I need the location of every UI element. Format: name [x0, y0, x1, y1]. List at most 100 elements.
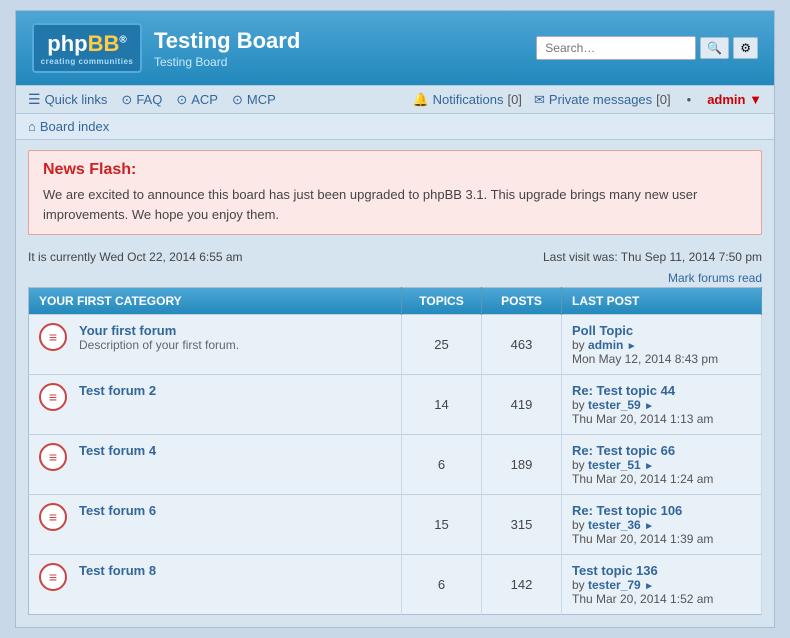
- forum-cell-forum8: ≡ Test forum 8: [29, 555, 402, 615]
- forum-name-link-forum6[interactable]: Test forum 6: [79, 503, 156, 518]
- lastpost-title-link-forum1[interactable]: Poll Topic: [572, 323, 633, 338]
- search-input[interactable]: [536, 36, 696, 60]
- view-post-icon-forum1[interactable]: ►: [627, 341, 637, 352]
- forum-icon-forum1: ≡: [39, 323, 67, 351]
- separator-dot: •: [687, 92, 692, 107]
- admin-username: admin: [707, 92, 745, 107]
- forum-topics-forum4: 6: [402, 435, 482, 495]
- logo-sub: creating communities: [41, 57, 134, 66]
- lastpost-by-forum4: by tester_51 ►: [572, 458, 751, 472]
- posts-header: POSTS: [482, 288, 562, 315]
- logo: phpBB® creating communities: [32, 23, 142, 73]
- home-icon: ⌂: [28, 119, 36, 134]
- logo-text: phpBB®: [47, 31, 126, 57]
- forum-name-link-forum2[interactable]: Test forum 2: [79, 383, 156, 398]
- notif-count: [0]: [507, 92, 521, 107]
- last-visit: Last visit was: Thu Sep 11, 2014 7:50 pm: [543, 250, 762, 264]
- mcp-label: MCP: [247, 92, 276, 107]
- board-title-area: Testing Board Testing Board: [154, 28, 300, 69]
- forum-info-forum6: Test forum 6: [79, 503, 391, 518]
- faq-icon: ⊙: [121, 92, 132, 108]
- forum-topics-forum6: 15: [402, 495, 482, 555]
- logo-area: phpBB® creating communities Testing Boar…: [32, 23, 300, 73]
- lastpost-user-link-forum8[interactable]: tester_79: [588, 578, 641, 592]
- lastpost-user-link-forum4[interactable]: tester_51: [588, 458, 641, 472]
- forum-table: YOUR FIRST CATEGORY TOPICS POSTS LAST PO…: [28, 287, 762, 615]
- forum-cell-forum6: ≡ Test forum 6: [29, 495, 402, 555]
- search-area: 🔍 ⚙: [536, 36, 758, 60]
- lastpost-user-link-forum6[interactable]: tester_36: [588, 518, 641, 532]
- forum-icon-forum4: ≡: [39, 443, 67, 471]
- forum-name-link-forum1[interactable]: Your first forum: [79, 323, 176, 338]
- private-messages-link[interactable]: ✉ Private messages [0]: [534, 92, 671, 108]
- lastpost-header: LAST POST: [562, 288, 762, 315]
- notifications-link[interactable]: 🔔 Notifications [0]: [412, 92, 521, 108]
- forum-desc-forum1: Description of your first forum.: [79, 338, 391, 352]
- admin-dropdown-arrow: ▼: [749, 92, 762, 107]
- view-post-icon-forum4[interactable]: ►: [644, 461, 654, 472]
- forum-info-forum2: Test forum 2: [79, 383, 391, 398]
- forum-name-link-forum4[interactable]: Test forum 4: [79, 443, 156, 458]
- table-row: ≡ Test forum 6 15 315 Re: Test topic 106…: [29, 495, 762, 555]
- mcp-icon: ⊙: [232, 92, 243, 108]
- forum-posts-forum8: 142: [482, 555, 562, 615]
- mark-read-container: Mark forums read: [16, 269, 774, 287]
- faq-link[interactable]: ⊙ FAQ: [121, 92, 162, 108]
- board-index-label: Board index: [40, 119, 109, 134]
- view-post-icon-forum8[interactable]: ►: [644, 581, 654, 592]
- lastpost-date-forum4: Thu Mar 20, 2014 1:24 am: [572, 472, 751, 486]
- view-post-icon-forum6[interactable]: ►: [644, 521, 654, 532]
- lastpost-user-link-forum1[interactable]: admin: [588, 338, 623, 352]
- faq-label: FAQ: [136, 92, 162, 107]
- status-bar: It is currently Wed Oct 22, 2014 6:55 am…: [16, 245, 774, 269]
- lastpost-title-link-forum4[interactable]: Re: Test topic 66: [572, 443, 675, 458]
- news-flash-title: News Flash:: [43, 161, 747, 179]
- board-wrapper: phpBB® creating communities Testing Boar…: [15, 10, 775, 628]
- lastpost-by-forum1: by admin ►: [572, 338, 751, 352]
- table-row: ≡ Your first forum Description of your f…: [29, 315, 762, 375]
- view-post-icon-forum2[interactable]: ►: [644, 401, 654, 412]
- search-button[interactable]: 🔍: [700, 37, 729, 59]
- lastpost-date-forum6: Thu Mar 20, 2014 1:39 am: [572, 532, 751, 546]
- advanced-search-button[interactable]: ⚙: [733, 37, 758, 59]
- envelope-icon: ✉: [534, 92, 545, 108]
- acp-link[interactable]: ⊙ ACP: [176, 92, 218, 108]
- header: phpBB® creating communities Testing Boar…: [16, 11, 774, 85]
- category-name: YOUR FIRST CATEGORY: [29, 288, 402, 315]
- forum-cell-forum1: ≡ Your first forum Description of your f…: [29, 315, 402, 375]
- forum-lastpost-forum1: Poll Topic by admin ► Mon May 12, 2014 8…: [562, 315, 762, 375]
- forum-info-forum1: Your first forum Description of your fir…: [79, 323, 391, 352]
- forum-cell-forum2: ≡ Test forum 2: [29, 375, 402, 435]
- lastpost-user-link-forum2[interactable]: tester_59: [588, 398, 641, 412]
- mcp-link[interactable]: ⊙ MCP: [232, 92, 276, 108]
- navbar-left: ☰ Quick links ⊙ FAQ ⊙ ACP ⊙ MCP: [28, 91, 276, 108]
- forum-topics-forum1: 25: [402, 315, 482, 375]
- lastpost-by-forum6: by tester_36 ►: [572, 518, 751, 532]
- forum-icon-forum6: ≡: [39, 503, 67, 531]
- lastpost-title-link-forum8[interactable]: Test topic 136: [572, 563, 658, 578]
- topics-header: TOPICS: [402, 288, 482, 315]
- lastpost-by-forum2: by tester_59 ►: [572, 398, 751, 412]
- lastpost-date-forum8: Thu Mar 20, 2014 1:52 am: [572, 592, 751, 606]
- mark-forums-read-link[interactable]: Mark forums read: [668, 271, 762, 285]
- news-flash: News Flash: We are excited to announce t…: [28, 150, 762, 235]
- pm-count: [0]: [656, 92, 670, 107]
- board-index-link[interactable]: ⌂ Board index: [28, 119, 762, 134]
- admin-user-link[interactable]: admin ▼: [707, 92, 762, 107]
- forum-lastpost-forum8: Test topic 136 by tester_79 ► Thu Mar 20…: [562, 555, 762, 615]
- lastpost-title-link-forum2[interactable]: Re: Test topic 44: [572, 383, 675, 398]
- forum-info-forum8: Test forum 8: [79, 563, 391, 578]
- lastpost-date-forum1: Mon May 12, 2014 8:43 pm: [572, 352, 751, 366]
- forum-topics-forum2: 14: [402, 375, 482, 435]
- acp-icon: ⊙: [176, 92, 187, 108]
- forum-name-link-forum8[interactable]: Test forum 8: [79, 563, 156, 578]
- forum-icon-forum8: ≡: [39, 563, 67, 591]
- quick-links-menu[interactable]: ☰ Quick links: [28, 91, 107, 108]
- table-row: ≡ Test forum 4 6 189 Re: Test topic 66 b…: [29, 435, 762, 495]
- news-flash-body: We are excited to announce this board ha…: [43, 185, 747, 224]
- lastpost-title-link-forum6[interactable]: Re: Test topic 106: [572, 503, 682, 518]
- forum-icon-forum2: ≡: [39, 383, 67, 411]
- forum-topics-forum8: 6: [402, 555, 482, 615]
- forum-posts-forum6: 315: [482, 495, 562, 555]
- current-time: It is currently Wed Oct 22, 2014 6:55 am: [28, 250, 243, 264]
